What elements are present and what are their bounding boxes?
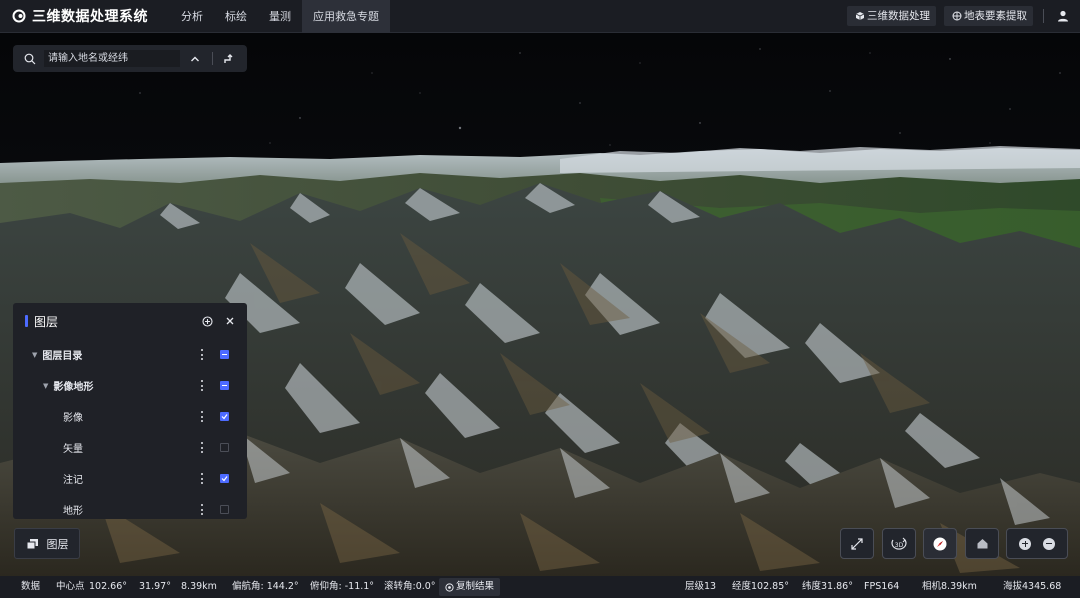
status-distance: 8.39km [181,581,217,592]
more-icon[interactable] [201,349,204,360]
tree-label: 影像 [63,413,83,424]
more-icon[interactable] [201,442,204,453]
status-altitude: 海拔4345.68 [1003,581,1062,592]
layers-toggle-label: 图层 [46,537,69,551]
tree-row-imagery-terrain[interactable]: ▼ 影像地形 [13,370,247,401]
status-level: 层级13 [685,581,717,592]
tree-row-vector[interactable]: 矢量 [13,432,247,463]
home-view-button[interactable] [965,528,999,559]
check-icon [221,414,228,420]
layer-checkbox[interactable] [220,412,229,421]
caret-down-icon[interactable]: ▼ [43,382,48,390]
globe-icon [952,11,962,21]
more-icon[interactable] [201,380,204,391]
location-search [13,45,247,72]
process-3d-button[interactable]: 三维数据处理 [847,6,936,26]
more-icon[interactable] [201,504,204,515]
tree-label: 地形 [63,506,83,517]
tree-label: 注记 [63,475,83,486]
layer-panel-title: 图层 [34,314,59,329]
status-heading: 偏航角: 144.2° [232,581,299,592]
home-icon [977,539,987,549]
logo-icon [12,9,26,23]
tree-row-layer-catalog[interactable]: ▼ 图层目录 [13,339,247,370]
app-logo: 三维数据处理系统 [0,6,170,26]
chevron-up-icon[interactable] [190,55,200,63]
more-icon[interactable] [201,473,204,484]
layer-checkbox[interactable] [220,443,229,452]
status-pitch: 俯仰角: -11.1° [310,581,375,592]
tree-row-imagery[interactable]: 影像 [13,401,247,432]
top-bar: 三维数据处理系统 分析 标绘 量测 应用救急专题 三维数据处理 地表要素提取 [0,0,1080,33]
check-icon [221,476,228,482]
view-3d-button[interactable]: 3D [882,528,916,559]
nav-item-measure[interactable]: 量测 [258,0,302,33]
more-icon[interactable] [201,411,204,422]
compass-button[interactable] [923,528,957,559]
feature-extract-label: 地表要素提取 [964,10,1027,22]
feature-extract-button[interactable]: 地表要素提取 [944,6,1033,26]
add-layer-icon[interactable] [202,315,213,327]
route-icon[interactable] [223,53,233,64]
layer-checkbox[interactable] [220,350,229,359]
compass-icon [933,537,947,550]
rotate-3d-icon: 3D [891,537,907,550]
copy-result-label: 复制结果 [456,581,495,592]
layer-checkbox[interactable] [220,381,229,390]
status-fps: FPS164 [864,581,900,592]
search-divider [212,52,213,65]
zoom-controls [1006,528,1068,559]
zoom-out-icon[interactable] [1043,537,1055,550]
layers-toggle-button[interactable]: 图层 [14,528,80,559]
tree-row-annotation[interactable]: 注记 [13,463,247,494]
panel-accent-bar [25,315,28,327]
tree-label: 影像地形 [53,382,94,393]
zoom-in-icon[interactable] [1019,537,1031,550]
tree-label: 图层目录 [42,351,83,362]
layer-checkbox[interactable] [220,474,229,483]
status-data-label: 数据 [21,581,41,592]
status-camera: 相机8.39km [922,581,977,592]
status-center-lon: 102.66° [89,581,127,592]
status-center-lat: 31.97° [139,581,171,592]
tree-label: 矢量 [63,444,83,455]
tree-row-terrain[interactable]: 地形 [13,494,247,519]
search-icon [24,53,36,64]
status-center-label: 中心点 [56,581,85,592]
search-input[interactable] [44,50,180,67]
nav-item-emergency[interactable]: 应用救急专题 [302,0,390,33]
close-icon[interactable] [225,316,235,326]
process-3d-label: 三维数据处理 [867,10,930,22]
copy-icon [445,582,454,592]
caret-down-icon[interactable]: ▼ [32,351,37,359]
app-title: 三维数据处理系统 [32,9,148,25]
layer-checkbox[interactable] [220,505,229,514]
status-longitude: 经度102.85° [732,581,789,592]
expand-icon [851,537,863,550]
toolbar-divider [1043,9,1044,23]
layer-panel: 图层 ▼ 图层目录 ▼ 影像地形 影像 矢量 注记 地形 [13,303,247,519]
layer-panel-header: 图层 [13,303,247,339]
status-latitude: 纬度31.86° [802,581,853,592]
copy-result-button[interactable]: 复制结果 [439,578,501,596]
svg-text:3D: 3D [895,542,904,549]
nav-item-plotting[interactable]: 标绘 [214,0,258,33]
nav-item-analysis[interactable]: 分析 [170,0,214,33]
main-nav: 分析 标绘 量测 应用救急专题 [170,0,390,33]
user-icon[interactable] [1056,9,1070,23]
status-roll: 滚转角:0.0° [384,581,436,592]
cube-icon [855,12,865,20]
layers-icon [26,538,38,549]
status-bar: 数据 中心点 102.66° 31.97° 8.39km 偏航角: 144.2°… [0,576,1080,598]
top-right-tools: 三维数据处理 地表要素提取 [839,0,1080,33]
fullscreen-button[interactable] [840,528,874,559]
